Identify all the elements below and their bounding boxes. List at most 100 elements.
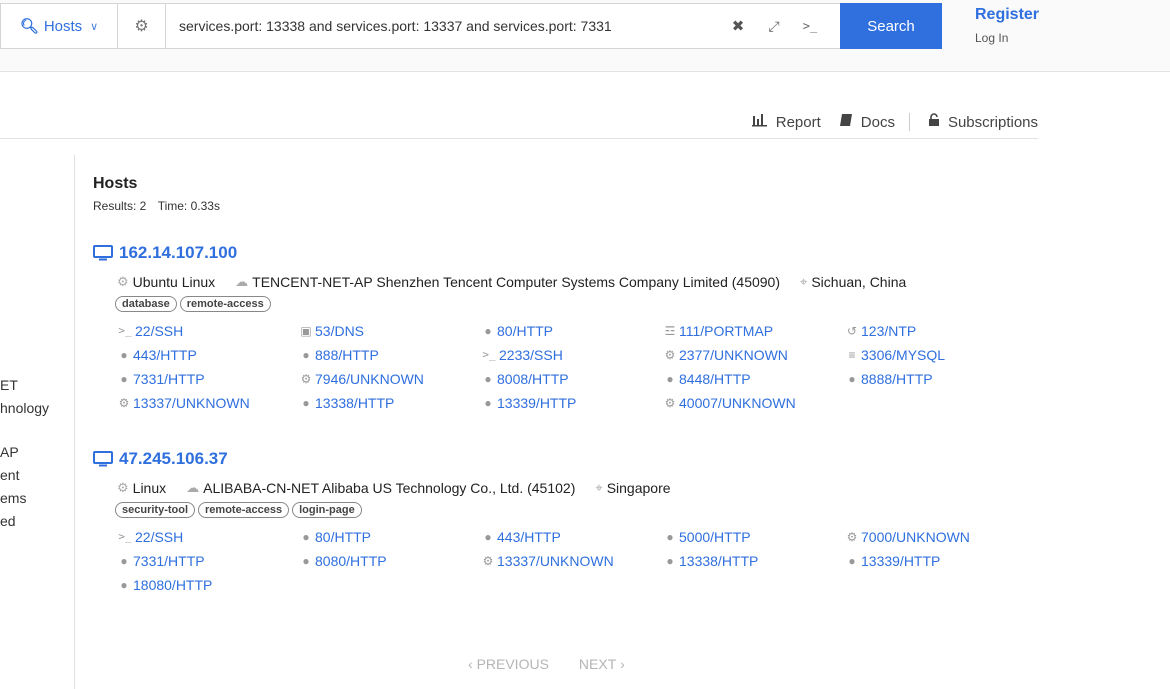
port-link[interactable]: ● 13339/HTTP <box>481 393 663 412</box>
sidebar-divider <box>74 155 75 689</box>
globe-icon: ● <box>848 553 856 568</box>
port-link[interactable]: >_ 2233/SSH <box>481 345 663 364</box>
port-link[interactable]: ● 80/HTTP <box>481 321 663 340</box>
port-label: 3306/MYSQL <box>861 346 946 363</box>
port-label: 80/HTTP <box>315 528 372 545</box>
tag-badge[interactable]: database <box>115 296 177 312</box>
divider <box>908 113 910 131</box>
globe-icon: ● <box>848 371 856 386</box>
terminal-icon: >_ <box>482 348 496 361</box>
login-link[interactable]: Log In <box>975 31 1008 45</box>
port-link[interactable]: ● 13338/HTTP <box>299 393 481 412</box>
port-link[interactable]: ● 5000/HTTP <box>663 527 845 546</box>
results-time: Time: 0.33s <box>157 199 220 213</box>
gear-icon: ⚙ <box>482 553 494 568</box>
search-settings-button[interactable]: ⚙ <box>118 4 166 48</box>
monitor-icon <box>93 451 113 467</box>
globe-icon: ● <box>666 529 674 544</box>
report-link[interactable]: Report <box>751 113 821 131</box>
clear-icon[interactable]: ✖ <box>720 17 756 35</box>
port-link[interactable]: ● 8888/HTTP <box>845 369 1027 388</box>
port-link[interactable]: ● 888/HTTP <box>299 345 481 364</box>
port-link[interactable]: >_ 22/SSH <box>117 527 299 546</box>
port-label: 5000/HTTP <box>679 528 751 545</box>
port-label: 7000/UNKNOWN <box>861 528 970 545</box>
subscriptions-link[interactable]: Subscriptions <box>928 113 1038 131</box>
port-link[interactable]: ⚙ 7000/UNKNOWN <box>845 527 1027 546</box>
host-location[interactable]: Sichuan, China <box>811 274 906 290</box>
port-link[interactable]: >_ 22/SSH <box>117 321 299 340</box>
register-link[interactable]: Register <box>975 6 1039 24</box>
port-link[interactable]: ● 7331/HTTP <box>117 369 299 388</box>
search-input[interactable]: services.port: 13338 and services.port: … <box>166 18 720 34</box>
portmap-icon: ☲ <box>664 323 676 338</box>
globe-icon: ● <box>302 347 310 362</box>
port-label: 22/SSH <box>135 322 184 339</box>
database-icon: ≡ <box>848 347 856 362</box>
port-link[interactable]: ▣ 53/DNS <box>299 321 481 340</box>
sidebar-fragment: ems <box>0 490 27 506</box>
globe-icon: ● <box>666 553 674 568</box>
gear-icon: ⚙ <box>846 529 858 544</box>
port-link[interactable]: ● 18080/HTTP <box>117 575 299 594</box>
globe-icon: ● <box>302 529 310 544</box>
tag-list: database remote-access <box>115 296 1027 312</box>
port-link[interactable]: ⚙ 13337/UNKNOWN <box>117 393 299 412</box>
port-label: 8448/HTTP <box>679 370 751 387</box>
port-link[interactable]: ↺ 123/NTP <box>845 321 1027 340</box>
tag-badge[interactable]: login-page <box>292 502 362 518</box>
report-label: Report <box>775 113 821 131</box>
globe-icon: ● <box>484 323 492 338</box>
tag-badge[interactable]: remote-access <box>198 502 290 518</box>
previous-page-button[interactable]: ‹ PREVIOUS <box>468 656 549 672</box>
next-label: NEXT <box>578 656 617 672</box>
sidebar-fragment: ET <box>0 377 18 393</box>
host-os[interactable]: Linux <box>133 480 166 496</box>
expand-icon[interactable]: ⤢ <box>756 18 792 35</box>
port-link[interactable]: ● 80/HTTP <box>299 527 481 546</box>
port-link[interactable]: ⚙ 40007/UNKNOWN <box>663 393 845 412</box>
port-link[interactable]: ⚙ 13337/UNKNOWN <box>481 551 663 570</box>
port-link[interactable]: ⚙ 7946/UNKNOWN <box>299 369 481 388</box>
tag-badge[interactable]: remote-access <box>179 296 271 312</box>
host-os[interactable]: Ubuntu Linux <box>133 274 216 290</box>
search-icon: 🔍︎ <box>19 18 39 35</box>
docs-link[interactable]: Docs <box>839 113 895 131</box>
port-link[interactable]: ● 8008/HTTP <box>481 369 663 388</box>
gear-icon: ⚙ <box>664 347 676 362</box>
pagination: ‹ PREVIOUS NEXT › <box>468 656 625 672</box>
host-card: 47.245.106.37 ⚙ Linux ☁ ALIBABA-CN-NET A… <box>93 449 1027 594</box>
search-button[interactable]: Search <box>840 3 942 49</box>
port-link[interactable]: ● 13339/HTTP <box>845 551 1027 570</box>
docs-label: Docs <box>860 113 895 131</box>
tag-badge[interactable]: security-tool <box>115 502 196 518</box>
terminal-icon: >_ <box>118 324 132 337</box>
port-link[interactable]: ● 7331/HTTP <box>117 551 299 570</box>
port-link[interactable]: ● 13338/HTTP <box>663 551 845 570</box>
host-location[interactable]: Singapore <box>607 480 671 496</box>
port-link[interactable]: ● 443/HTTP <box>481 527 663 546</box>
host-ip-link[interactable]: 162.14.107.100 <box>93 243 1027 263</box>
port-link[interactable]: ⚙ 2377/UNKNOWN <box>663 345 845 364</box>
terminal-icon: >_ <box>118 530 132 543</box>
host-network[interactable]: TENCENT-NET-AP Shenzhen Tencent Computer… <box>252 274 780 290</box>
port-link[interactable]: ☲ 111/PORTMAP <box>663 321 845 340</box>
port-label: 888/HTTP <box>315 346 379 363</box>
globe-icon: ● <box>120 577 128 592</box>
host-ip-link[interactable]: 47.245.106.37 <box>93 449 1027 469</box>
port-label: 8080/HTTP <box>315 552 387 569</box>
cloud-icon: ☁ <box>186 480 200 495</box>
globe-icon: ● <box>484 395 492 410</box>
globe-icon: ● <box>120 347 128 362</box>
port-link[interactable]: ● 8080/HTTP <box>299 551 481 570</box>
next-page-button[interactable]: NEXT › <box>579 656 625 672</box>
port-label: 443/HTTP <box>497 528 561 545</box>
host-ip: 47.245.106.37 <box>119 449 228 468</box>
port-link[interactable]: ● 8448/HTTP <box>663 369 845 388</box>
dns-icon: ▣ <box>300 323 312 338</box>
port-link[interactable]: ≡ 3306/MYSQL <box>845 345 1027 364</box>
terminal-icon[interactable]: >_ <box>792 19 828 33</box>
scope-dropdown[interactable]: 🔍︎ Hosts ∨ <box>1 4 118 48</box>
host-network[interactable]: ALIBABA-CN-NET Alibaba US Technology Co.… <box>203 480 575 496</box>
port-link[interactable]: ● 443/HTTP <box>117 345 299 364</box>
